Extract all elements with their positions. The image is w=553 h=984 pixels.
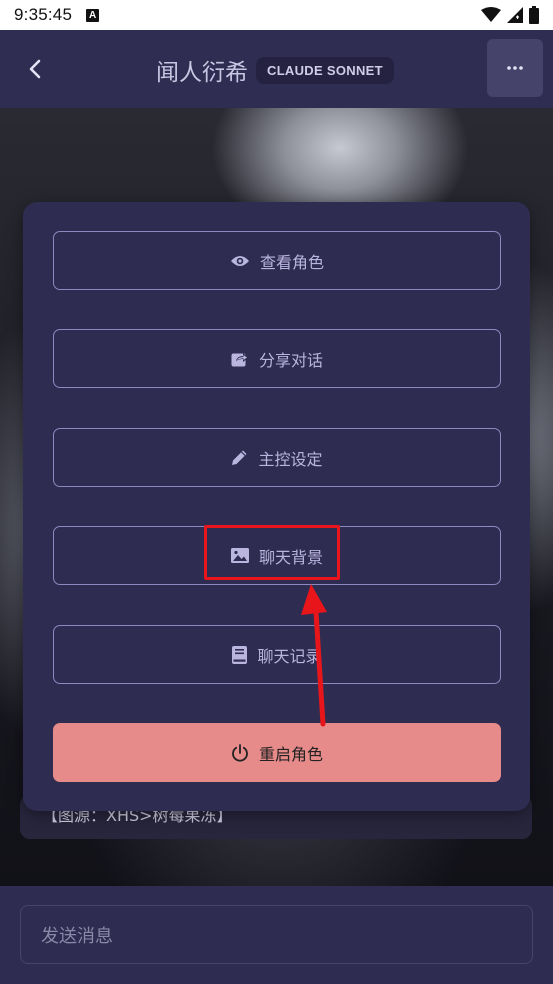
book-icon: [232, 645, 248, 664]
chat-menu-popup: 查看角色 分享对话 主控设定 聊天背景 聊天记录 重启角色: [23, 202, 530, 811]
highlight-annotation: [204, 525, 340, 580]
power-icon: [232, 743, 248, 761]
share-chat-label: 分享对话: [258, 350, 323, 370]
message-input[interactable]: 发送消息: [20, 905, 533, 964]
character-name: 闻人衍希: [156, 60, 248, 86]
status-icons: [481, 6, 539, 24]
chat-header: 闻人衍希 CLAUDE SONNET: [0, 30, 553, 108]
chat-history-button[interactable]: 聊天记录: [53, 625, 501, 684]
back-button[interactable]: [18, 52, 52, 86]
status-bar: 9:35:45 A: [0, 0, 553, 30]
title-group: 闻人衍希 CLAUDE SONNET: [156, 50, 394, 90]
eye-icon: [230, 255, 249, 266]
model-badge: CLAUDE SONNET: [256, 56, 394, 84]
signal-icon: [507, 7, 523, 23]
master-settings-label: 主控设定: [258, 449, 323, 469]
notification-indicator: A: [86, 8, 100, 22]
more-horizontal-icon: [507, 66, 523, 70]
share-icon: [231, 353, 249, 367]
pencil-icon: [232, 450, 247, 465]
restart-character-button[interactable]: 重启角色: [53, 723, 501, 782]
more-button[interactable]: [487, 39, 543, 97]
status-time: 9:35:45: [14, 5, 73, 24]
view-character-button[interactable]: 查看角色: [53, 231, 501, 290]
share-chat-button[interactable]: 分享对话: [53, 329, 501, 388]
battery-icon: [529, 6, 539, 24]
restart-character-label: 重启角色: [258, 744, 323, 764]
wifi-icon: [481, 7, 501, 22]
master-settings-button[interactable]: 主控设定: [53, 428, 501, 487]
chat-history-label: 聊天记录: [257, 646, 322, 666]
view-character-label: 查看角色: [259, 252, 324, 272]
chevron-left-icon: [29, 59, 41, 79]
